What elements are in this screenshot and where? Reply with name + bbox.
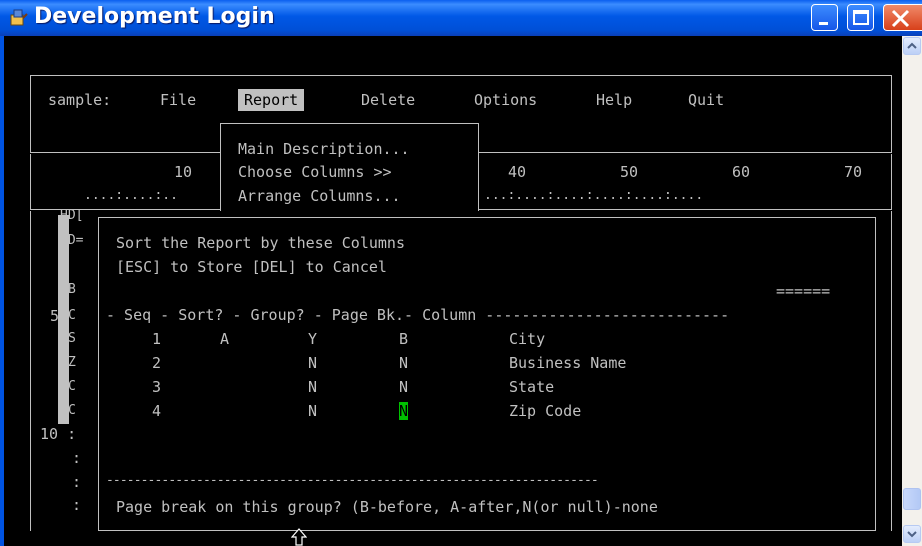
title-bar[interactable]: Development Login <box>0 0 922 36</box>
menu-options[interactable]: Options <box>474 91 537 109</box>
submenu-choose-columns[interactable]: Choose Columns >> <box>238 163 392 181</box>
row-pagebk[interactable]: N <box>399 378 408 396</box>
scroll-down-button[interactable] <box>903 525 921 543</box>
margin-letter: C <box>68 403 76 418</box>
margin-letter: Z <box>68 355 76 370</box>
menu-report[interactable]: Report <box>238 89 305 111</box>
margin-letter: C <box>68 308 76 323</box>
menu-quit[interactable]: Quit <box>688 91 724 109</box>
margin-ten: 10 : <box>40 425 77 443</box>
row-column: Business Name <box>509 354 627 372</box>
menu-file[interactable]: File <box>160 91 196 109</box>
dialog-separator: ----------------------------------------… <box>106 473 599 488</box>
row-column: City <box>509 330 546 348</box>
row-seq: 3 <box>152 378 162 396</box>
row-seq: 2 <box>152 354 162 372</box>
dialog-prompt: Page break on this group? (B-before, A-a… <box>116 498 658 516</box>
row-group[interactable]: Y <box>308 330 317 348</box>
maximize-icon <box>853 10 869 25</box>
left-frame-line <box>30 211 31 531</box>
chevron-down-icon <box>907 531 917 538</box>
margin-hd1: HD[ <box>60 208 84 223</box>
minimize-icon <box>819 22 828 25</box>
ruler-num-40: 40 <box>508 163 527 181</box>
menu-prefix: sample: <box>48 91 112 109</box>
ruler-dots-left: ....:....:.. <box>84 188 178 203</box>
margin-letter: C <box>68 379 76 394</box>
terminal-window: Development Login sample: File Report De… <box>0 0 922 546</box>
window-title: Development Login <box>34 4 275 29</box>
ruler-num-50: 50 <box>620 163 639 181</box>
row-seq: 4 <box>152 402 162 420</box>
minimize-button[interactable] <box>811 4 838 31</box>
mouse-pointer-icon <box>291 528 307 546</box>
ruler-num-60: 60 <box>732 163 751 181</box>
dialog-equals: ====== <box>776 282 831 300</box>
scroll-thumb[interactable] <box>903 488 921 510</box>
dialog-title: Sort the Report by these Columns <box>116 234 405 252</box>
ruler-dots-right: ...:....:....:....:....:.... <box>484 188 704 203</box>
row-column: Zip Code <box>509 402 582 420</box>
margin-colon: : <box>72 449 82 467</box>
menu-help[interactable]: Help <box>596 91 632 109</box>
row-column: State <box>509 378 555 396</box>
row-pagebk[interactable]: N <box>399 354 408 372</box>
row-seq: 1 <box>152 330 162 348</box>
margin-colon: : <box>72 496 82 514</box>
ruler-num-70: 70 <box>844 163 863 181</box>
row-group[interactable]: N <box>308 378 317 396</box>
row-group[interactable]: N <box>308 402 317 420</box>
margin-letter: S <box>68 331 76 346</box>
terminal-screen[interactable]: sample: File Report Delete Options Help … <box>4 36 902 546</box>
margin-colon: : <box>72 473 82 491</box>
margin-five: 5 <box>50 307 60 325</box>
close-button[interactable] <box>883 4 922 31</box>
dialog-hint: [ESC] to Store [DEL] to Cancel <box>116 258 387 276</box>
ruler-num-10: 10 <box>174 163 193 181</box>
menu-delete[interactable]: Delete <box>361 91 415 109</box>
row-group[interactable]: N <box>308 354 317 372</box>
close-icon <box>891 9 910 28</box>
scroll-up-button[interactable] <box>903 37 921 55</box>
margin-letter: B <box>68 282 76 297</box>
margin-hd2: HD= <box>60 233 84 248</box>
right-frame-line <box>891 211 892 531</box>
maximize-button[interactable] <box>847 4 874 31</box>
dialog-column-header: - Seq - Sort? - Group? - Page Bk.- Colum… <box>106 306 730 324</box>
chevron-up-icon <box>907 42 917 49</box>
row-sort[interactable]: A <box>220 330 229 348</box>
row-pagebk[interactable]: B <box>399 330 408 348</box>
submenu-main-description[interactable]: Main Description... <box>238 140 410 158</box>
terminal-icon[interactable] <box>10 9 28 27</box>
submenu-arrange-columns[interactable]: Arrange Columns... <box>238 187 401 205</box>
vertical-scrollbar[interactable] <box>902 36 922 546</box>
row-pagebk-cursor[interactable]: N <box>399 402 409 420</box>
